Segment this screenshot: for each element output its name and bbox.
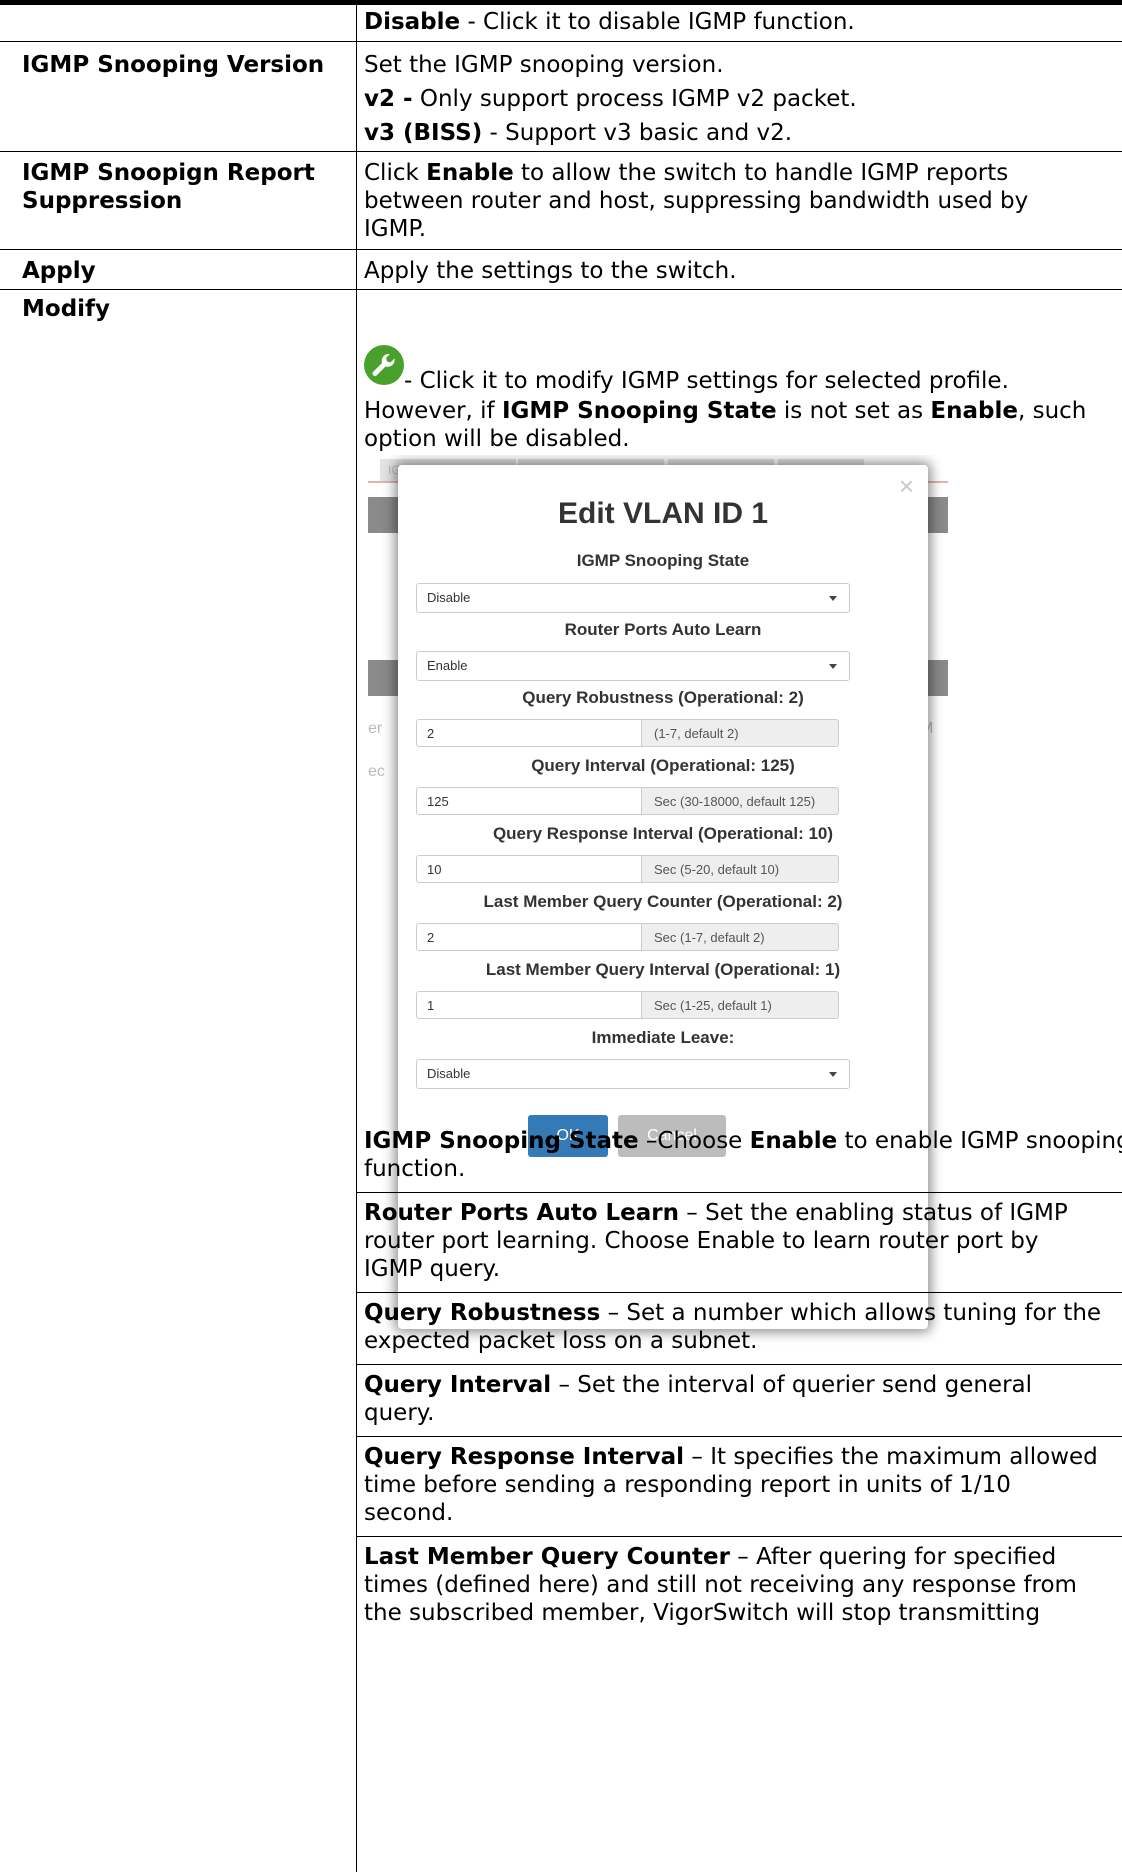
autolearn-desc-line1: Router Ports Auto Learn – Set the enabli… — [364, 1200, 1068, 1226]
robust-desc-line2: expected packet loss on a subnet. — [364, 1328, 758, 1354]
chevron-down-icon — [829, 596, 837, 601]
lmqc-field: 2 Sec (1-7, default 2) — [416, 923, 839, 951]
version-line1: Set the IGMP snooping version. — [364, 52, 724, 78]
robust-desc-line1: Query Robustness – Set a number which al… — [364, 1300, 1102, 1326]
autolearn-desc-line3: IGMP query. — [364, 1256, 501, 1282]
interval-hint: Sec (30-18000, default 125) — [642, 787, 839, 815]
row-divider — [0, 249, 1122, 250]
state-desc-line1: IGMP Snooping State –Choose Enable to en… — [364, 1128, 1122, 1154]
interval-desc-line2: query. — [364, 1400, 435, 1426]
autolearn-select[interactable]: Enable — [416, 651, 850, 681]
suppression-desc-line3: IGMP. — [364, 216, 427, 242]
modify-desc-line2: However, if IGMP Snooping State is not s… — [364, 398, 1087, 424]
interval-field: 125 Sec (30-18000, default 125) — [416, 787, 839, 815]
response-field: 10 Sec (5-20, default 10) — [416, 855, 839, 883]
apply-label: Apply — [22, 258, 96, 284]
lmqc-desc-line1: Last Member Query Counter – After querin… — [364, 1544, 1057, 1570]
wrench-icon — [364, 345, 404, 385]
table-top-border — [0, 0, 1122, 5]
lmqi-hint: Sec (1-25, default 1) — [642, 991, 839, 1019]
dialog-title: Edit VLAN ID 1 — [557, 497, 768, 530]
background-text: ec — [368, 763, 385, 780]
robust-field: 2 (1-7, default 2) — [416, 719, 839, 747]
response-desc-line2: time before sending a responding report … — [364, 1472, 1011, 1498]
lmqc-desc-line2: times (defined here) and still not recei… — [364, 1572, 1077, 1598]
close-icon[interactable]: × — [899, 473, 914, 499]
autolearn-label: Router Ports Auto Learn — [564, 620, 762, 639]
lmqc-desc-line3: the subscribed member, VigorSwitch will … — [364, 1600, 1041, 1626]
state-desc-line2: function. — [364, 1156, 466, 1182]
desc-divider — [357, 1364, 1122, 1365]
robust-label: Query Robustness (Operational: 2) — [522, 688, 804, 707]
chevron-down-icon — [829, 664, 837, 669]
response-label: Query Response Interval (Operational: 10… — [492, 824, 834, 843]
modify-desc-line1: - Click it to modify IGMP settings for s… — [404, 368, 1009, 394]
leave-select[interactable]: Disable — [416, 1059, 850, 1089]
column-divider — [356, 0, 357, 1872]
lmqc-label: Last Member Query Counter (Operational: … — [483, 892, 843, 911]
lmqi-label: Last Member Query Interval (Operational:… — [485, 960, 841, 979]
desc-divider — [357, 1436, 1122, 1437]
robust-hint: (1-7, default 2) — [642, 719, 839, 747]
response-input[interactable]: 10 — [416, 855, 642, 883]
background-text: er — [368, 720, 383, 737]
response-desc-line3: second. — [364, 1500, 454, 1526]
leave-label: Immediate Leave: — [591, 1028, 735, 1047]
row-divider — [0, 151, 1122, 152]
state-label: IGMP Snooping State — [576, 551, 750, 570]
modify-label: Modify — [22, 296, 111, 322]
response-hint: Sec (5-20, default 10) — [642, 855, 839, 883]
desc-divider — [357, 1536, 1122, 1537]
suppression-desc-line2: between router and host, suppressing ban… — [364, 188, 1029, 214]
lmqi-field: 1 Sec (1-25, default 1) — [416, 991, 839, 1019]
apply-desc: Apply the settings to the switch. — [364, 258, 737, 284]
response-desc-line1: Query Response Interval – It specifies t… — [364, 1444, 1098, 1470]
version-v2: v2 - Only support process IGMP v2 packet… — [364, 86, 857, 112]
autolearn-desc-line2: router port learning. Choose Enable to l… — [364, 1228, 1039, 1254]
suppression-desc-line1: Click Enable to allow the switch to hand… — [364, 160, 1009, 186]
disable-description: Disable - Click it to disable IGMP funct… — [364, 9, 855, 35]
lmqi-input[interactable]: 1 — [416, 991, 642, 1019]
interval-label: Query Interval (Operational: 125) — [531, 756, 795, 775]
lmqc-input[interactable]: 2 — [416, 923, 642, 951]
interval-input[interactable]: 125 — [416, 787, 642, 815]
version-label: IGMP Snooping Version — [22, 52, 325, 78]
state-select[interactable]: Disable — [416, 583, 850, 613]
row-divider — [0, 289, 1122, 290]
desc-divider — [357, 1192, 1122, 1193]
robust-input[interactable]: 2 — [416, 719, 642, 747]
lmqc-hint: Sec (1-7, default 2) — [642, 923, 839, 951]
row-divider — [0, 41, 1122, 42]
interval-desc-line1: Query Interval – Set the interval of que… — [364, 1372, 1033, 1398]
desc-divider — [357, 1292, 1122, 1293]
version-v3: v3 (BISS) - Support v3 basic and v2. — [364, 120, 793, 146]
suppression-label-line1: IGMP Snoopign Report — [22, 160, 315, 186]
modify-desc-line3: option will be disabled. — [364, 426, 630, 452]
suppression-label-line2: Suppression — [22, 188, 183, 214]
chevron-down-icon — [829, 1072, 837, 1077]
